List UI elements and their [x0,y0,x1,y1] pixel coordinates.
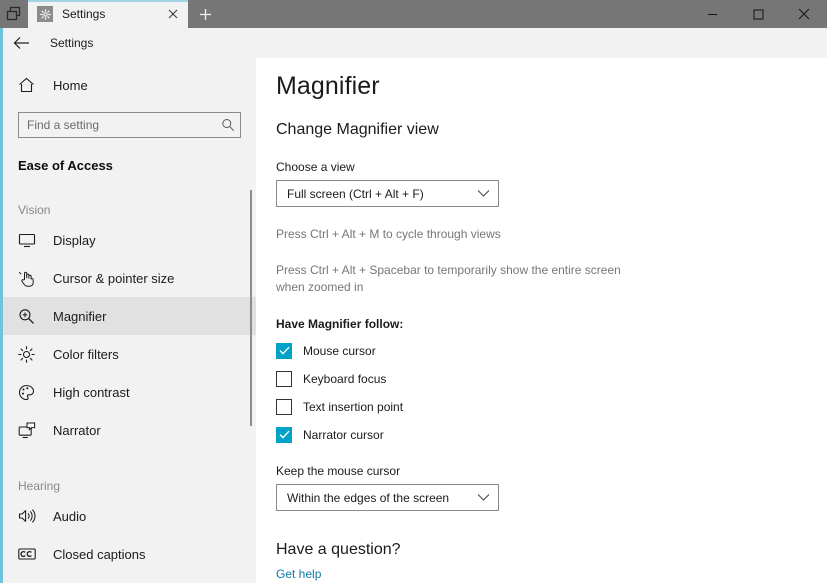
chevron-down-icon [477,493,490,502]
sidebar-item-closed-captions[interactable]: Closed captions [3,535,256,573]
choose-view-label: Choose a view [276,160,355,174]
sidebar-item-display[interactable]: Display [3,221,256,259]
narrator-icon [18,421,40,439]
page-title: Magnifier [276,72,380,100]
sidebar-item-label: Display [53,232,96,248]
closed-captions-icon [18,547,40,561]
new-tab-button[interactable] [188,0,222,28]
sidebar-item-label: Closed captions [53,546,146,562]
checkbox-row-narrator-cursor[interactable]: Narrator cursor [276,426,827,443]
title-bar: Settings [0,0,827,28]
get-help-link[interactable]: Get help [276,567,321,581]
sidebar-scrollbar[interactable] [250,190,252,426]
have-a-question-heading: Have a question? [276,541,401,558]
sidebar-item-label: High contrast [53,384,130,400]
keep-cursor-label: Keep the mouse cursor [276,464,401,478]
sidebar-item-label: Cursor & pointer size [53,270,175,286]
tab-switcher-button[interactable] [0,0,28,28]
sidebar-item-label: Audio [53,508,87,524]
maximize-button[interactable] [735,0,781,28]
monitor-icon [18,232,40,248]
keep-cursor-value: Within the edges of the screen [287,490,450,505]
checkbox-label: Keyboard focus [303,371,387,386]
search-icon [216,113,240,137]
browser-tab-settings[interactable]: Settings [28,0,188,28]
back-button[interactable] [0,28,42,58]
checkbox-narrator-cursor[interactable] [276,426,292,443]
header-title: Settings [50,36,94,50]
tab-switcher-icon [6,6,22,22]
sidebar-item-label: Home [53,77,88,93]
speaker-icon [18,508,40,524]
hand-pointer-icon [18,270,40,287]
checkbox-label: Mouse cursor [303,343,376,358]
sidebar-item-high-contrast[interactable]: High contrast [3,373,256,411]
checkbox-row-mouse-cursor[interactable]: Mouse cursor [276,342,827,359]
checkbox-keyboard-focus[interactable] [276,370,292,387]
plus-icon [199,8,212,21]
checkbox-mouse-cursor[interactable] [276,342,292,359]
sidebar-item-magnifier[interactable]: Magnifier [3,297,256,335]
settings-window: Settings Settings Home Find a setting Ea… [0,0,827,583]
section-heading: Change Magnifier view [276,121,439,138]
sidebar-group-label-vision: Vision [18,203,51,217]
checkbox-row-text-insertion-point[interactable]: Text insertion point [276,398,827,415]
sidebar-item-audio[interactable]: Audio [3,497,256,535]
close-button[interactable] [781,0,827,28]
sidebar-section-title: Ease of Access [18,158,113,173]
gear-icon [37,6,53,22]
main-content: Magnifier Change Magnifier view Choose a… [256,58,827,583]
sidebar-item-narrator[interactable]: Narrator [3,411,256,449]
checkbox-text-insertion-point[interactable] [276,398,292,415]
minimize-icon [707,9,718,20]
checkbox-row-keyboard-focus[interactable]: Keyboard focus [276,370,827,387]
sidebar: Home Ease of Access Vision Display [3,58,256,583]
sidebar-item-label: Magnifier [53,308,107,324]
have-magnifier-follow-label: Have Magnifier follow: [276,317,404,331]
search-box[interactable] [18,112,241,138]
close-icon [798,8,810,20]
hint-cycle-views: Press Ctrl + Alt + M to cycle through vi… [276,227,501,241]
search-input[interactable] [19,113,216,137]
tab-close-icon[interactable] [164,5,182,23]
titlebar-drag-area [222,0,689,28]
hint-show-entire-screen: Press Ctrl + Alt + Spacebar to temporari… [276,263,621,294]
magnifier-icon [18,308,40,325]
sidebar-item-cursor-pointer-size[interactable]: Cursor & pointer size [3,259,256,297]
maximize-icon [752,8,764,20]
sidebar-item-home[interactable]: Home [3,65,256,105]
checkbox-label: Narrator cursor [303,427,384,442]
sidebar-item-label: Color filters [53,346,119,362]
window-controls [689,0,827,28]
app-header-bar: Settings [0,28,827,58]
brightness-icon [18,345,40,363]
minimize-button[interactable] [689,0,735,28]
contrast-palette-icon [18,384,40,401]
choose-view-value: Full screen (Ctrl + Alt + F) [287,186,424,201]
choose-view-dropdown[interactable]: Full screen (Ctrl + Alt + F) [276,180,499,207]
keep-cursor-dropdown[interactable]: Within the edges of the screen [276,484,499,511]
sidebar-group-label-hearing: Hearing [18,479,61,493]
sidebar-item-color-filters[interactable]: Color filters [3,335,256,373]
chevron-down-icon [477,189,490,198]
tab-title: Settings [62,7,106,21]
checkbox-label: Text insertion point [303,399,404,414]
home-icon [18,77,40,93]
sidebar-item-label: Narrator [53,422,101,438]
back-arrow-icon [13,36,30,50]
